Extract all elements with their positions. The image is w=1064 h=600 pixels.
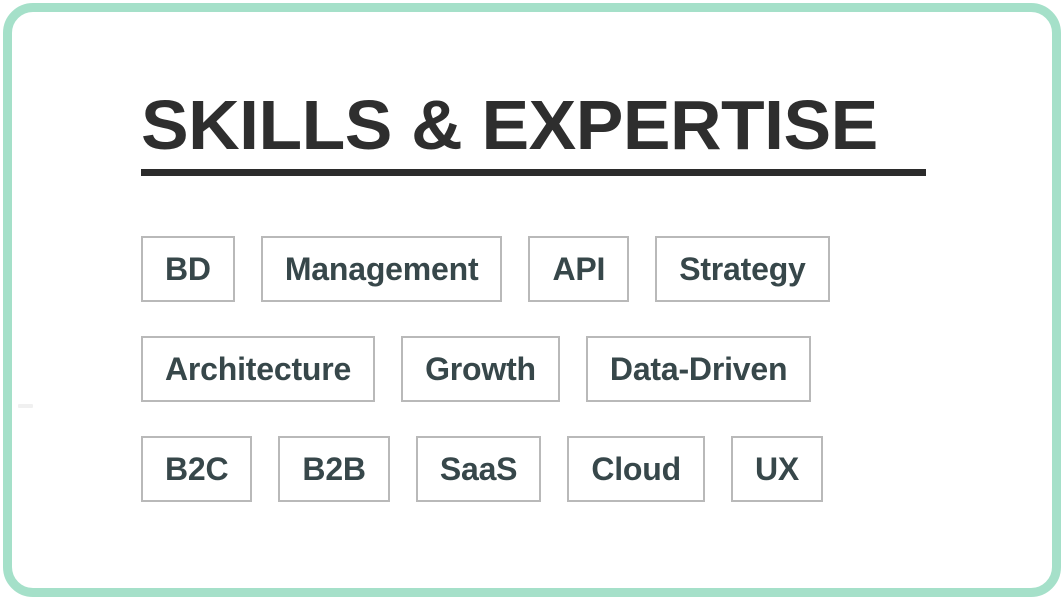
skill-tag-label: Strategy <box>679 251 806 287</box>
skill-tag-label: Architecture <box>165 351 352 387</box>
edge-artifact-mark <box>18 404 33 408</box>
skill-tag-label: API <box>552 251 606 287</box>
skill-tag-label: B2B <box>302 451 366 487</box>
skill-tag[interactable]: B2B <box>278 436 390 502</box>
skill-tag[interactable]: Cloud <box>567 436 705 502</box>
skill-tag-label: SaaS <box>439 451 518 487</box>
skill-tag-label: Management <box>284 251 479 287</box>
skill-tag-label: UX <box>754 451 800 487</box>
skill-tag-label: Growth <box>425 351 536 387</box>
skill-tag-label: BD <box>165 251 211 287</box>
skill-tag[interactable]: Strategy <box>655 236 830 302</box>
skill-tag[interactable]: API <box>528 236 630 302</box>
skill-tag-label: Data-Driven <box>609 351 788 387</box>
skills-row-1: BD Management API Strategy <box>141 236 830 302</box>
skill-tag[interactable]: UX <box>730 436 824 502</box>
skills-expertise-page: SKILLS & EXPERTISE BD Management API Strate… <box>0 0 1064 600</box>
skill-tag[interactable]: SaaS <box>415 436 542 502</box>
skill-tag[interactable]: BD <box>141 236 235 302</box>
skills-row-2: Architecture Growth Data-Driven <box>141 336 812 402</box>
content-area: SKILLS & EXPERTISE BD Management API Strate… <box>141 0 931 600</box>
skills-row-3: B2C B2B SaaS Cloud UX <box>141 436 824 502</box>
skill-tag[interactable]: Data-Driven <box>585 336 812 402</box>
skill-tag-label: B2C <box>165 451 229 487</box>
skill-tag[interactable]: Growth <box>401 336 560 402</box>
skill-tag-label: Cloud <box>591 451 681 487</box>
skill-tag[interactable]: B2C <box>141 436 253 502</box>
skill-tag[interactable]: Management <box>260 236 503 302</box>
page-title: SKILLS & EXPERTISE <box>141 86 878 164</box>
title-underline-rule <box>141 169 926 176</box>
skill-tag[interactable]: Architecture <box>141 336 376 402</box>
